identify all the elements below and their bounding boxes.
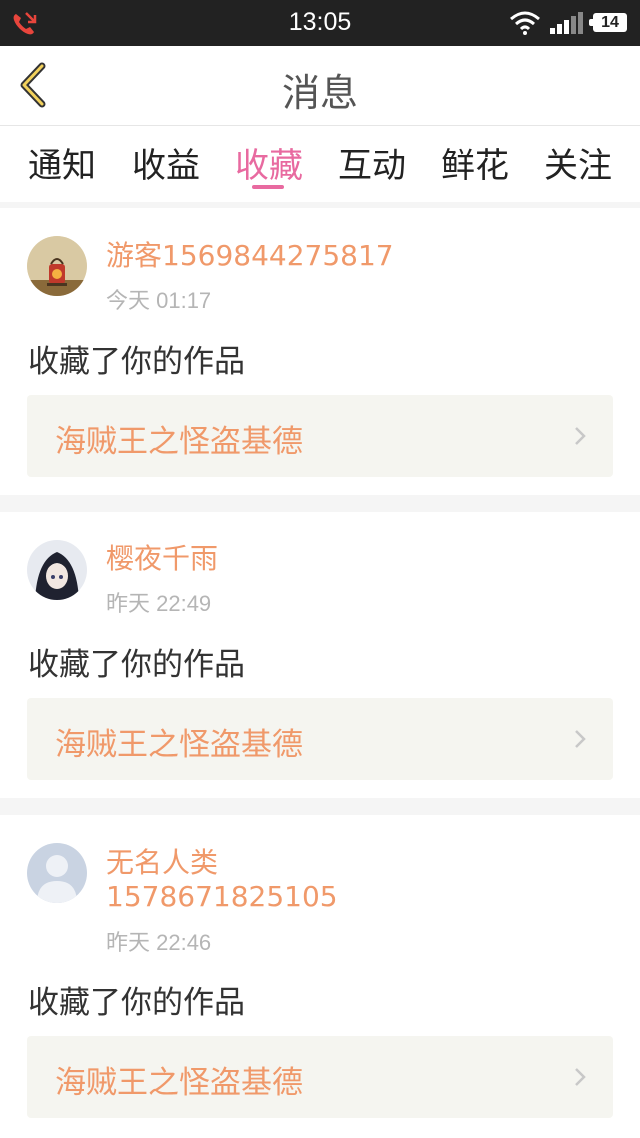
timestamp: 昨天 22:49 <box>106 591 212 616</box>
avatar[interactable] <box>27 843 87 903</box>
page-title: 消息 <box>281 71 358 115</box>
work-link[interactable]: 海贼王之怪盗基德 <box>27 698 613 780</box>
work-link[interactable]: 海贼王之怪盗基德 <box>27 395 613 477</box>
header: 消息 <box>0 46 640 125</box>
work-title: 海贼王之怪盗基德 <box>55 1065 303 1101</box>
battery-icon: 14 <box>589 13 627 32</box>
username[interactable]: 无名人类1578671825105 <box>106 846 406 914</box>
chevron-right-icon <box>575 730 586 748</box>
tab-notifications[interactable]: 通知 <box>7 138 117 187</box>
signal-icon <box>550 12 583 34</box>
avatar[interactable] <box>27 236 87 296</box>
avatar[interactable] <box>27 540 87 600</box>
tab-flowers[interactable]: 鲜花 <box>420 138 530 187</box>
active-tab-indicator <box>252 185 284 189</box>
username[interactable]: 樱夜千雨 <box>106 542 566 576</box>
work-title: 海贼王之怪盗基德 <box>55 727 303 763</box>
username[interactable]: 游客1569844275817 <box>106 239 566 273</box>
tab-favorites[interactable]: 收藏 <box>214 138 324 187</box>
tab-follows[interactable]: 关注 <box>523 138 633 187</box>
wifi-icon <box>510 11 540 35</box>
timestamp: 今天 01:17 <box>106 288 212 313</box>
message-card: 无名人类1578671825105 昨天 22:46 收藏了你的作品 海贼王之怪… <box>0 815 640 1138</box>
work-title: 海贼王之怪盗基德 <box>55 424 303 460</box>
chevron-right-icon <box>575 1068 586 1086</box>
tab-interactions[interactable]: 互动 <box>317 138 427 187</box>
tab-bar: 通知 收益 收藏 互动 鲜花 关注 <box>0 125 640 202</box>
work-link[interactable]: 海贼王之怪盗基德 <box>27 1036 613 1118</box>
status-bar: 13:05 14 <box>0 0 640 46</box>
lantern-avatar-icon <box>27 236 87 296</box>
chevron-right-icon <box>575 427 586 445</box>
anime-avatar-icon <box>27 540 87 600</box>
message-card: 游客1569844275817 今天 01:17 收藏了你的作品 海贼王之怪盗基… <box>0 208 640 495</box>
tab-earnings[interactable]: 收益 <box>111 138 221 187</box>
action-text: 收藏了你的作品 <box>28 344 245 380</box>
action-text: 收藏了你的作品 <box>28 647 245 683</box>
message-card: 樱夜千雨 昨天 22:49 收藏了你的作品 海贼王之怪盗基德 <box>0 512 640 798</box>
timestamp: 昨天 22:46 <box>106 930 212 955</box>
default-avatar-icon <box>27 843 87 903</box>
status-time: 13:05 <box>288 8 352 36</box>
action-text: 收藏了你的作品 <box>28 985 245 1021</box>
